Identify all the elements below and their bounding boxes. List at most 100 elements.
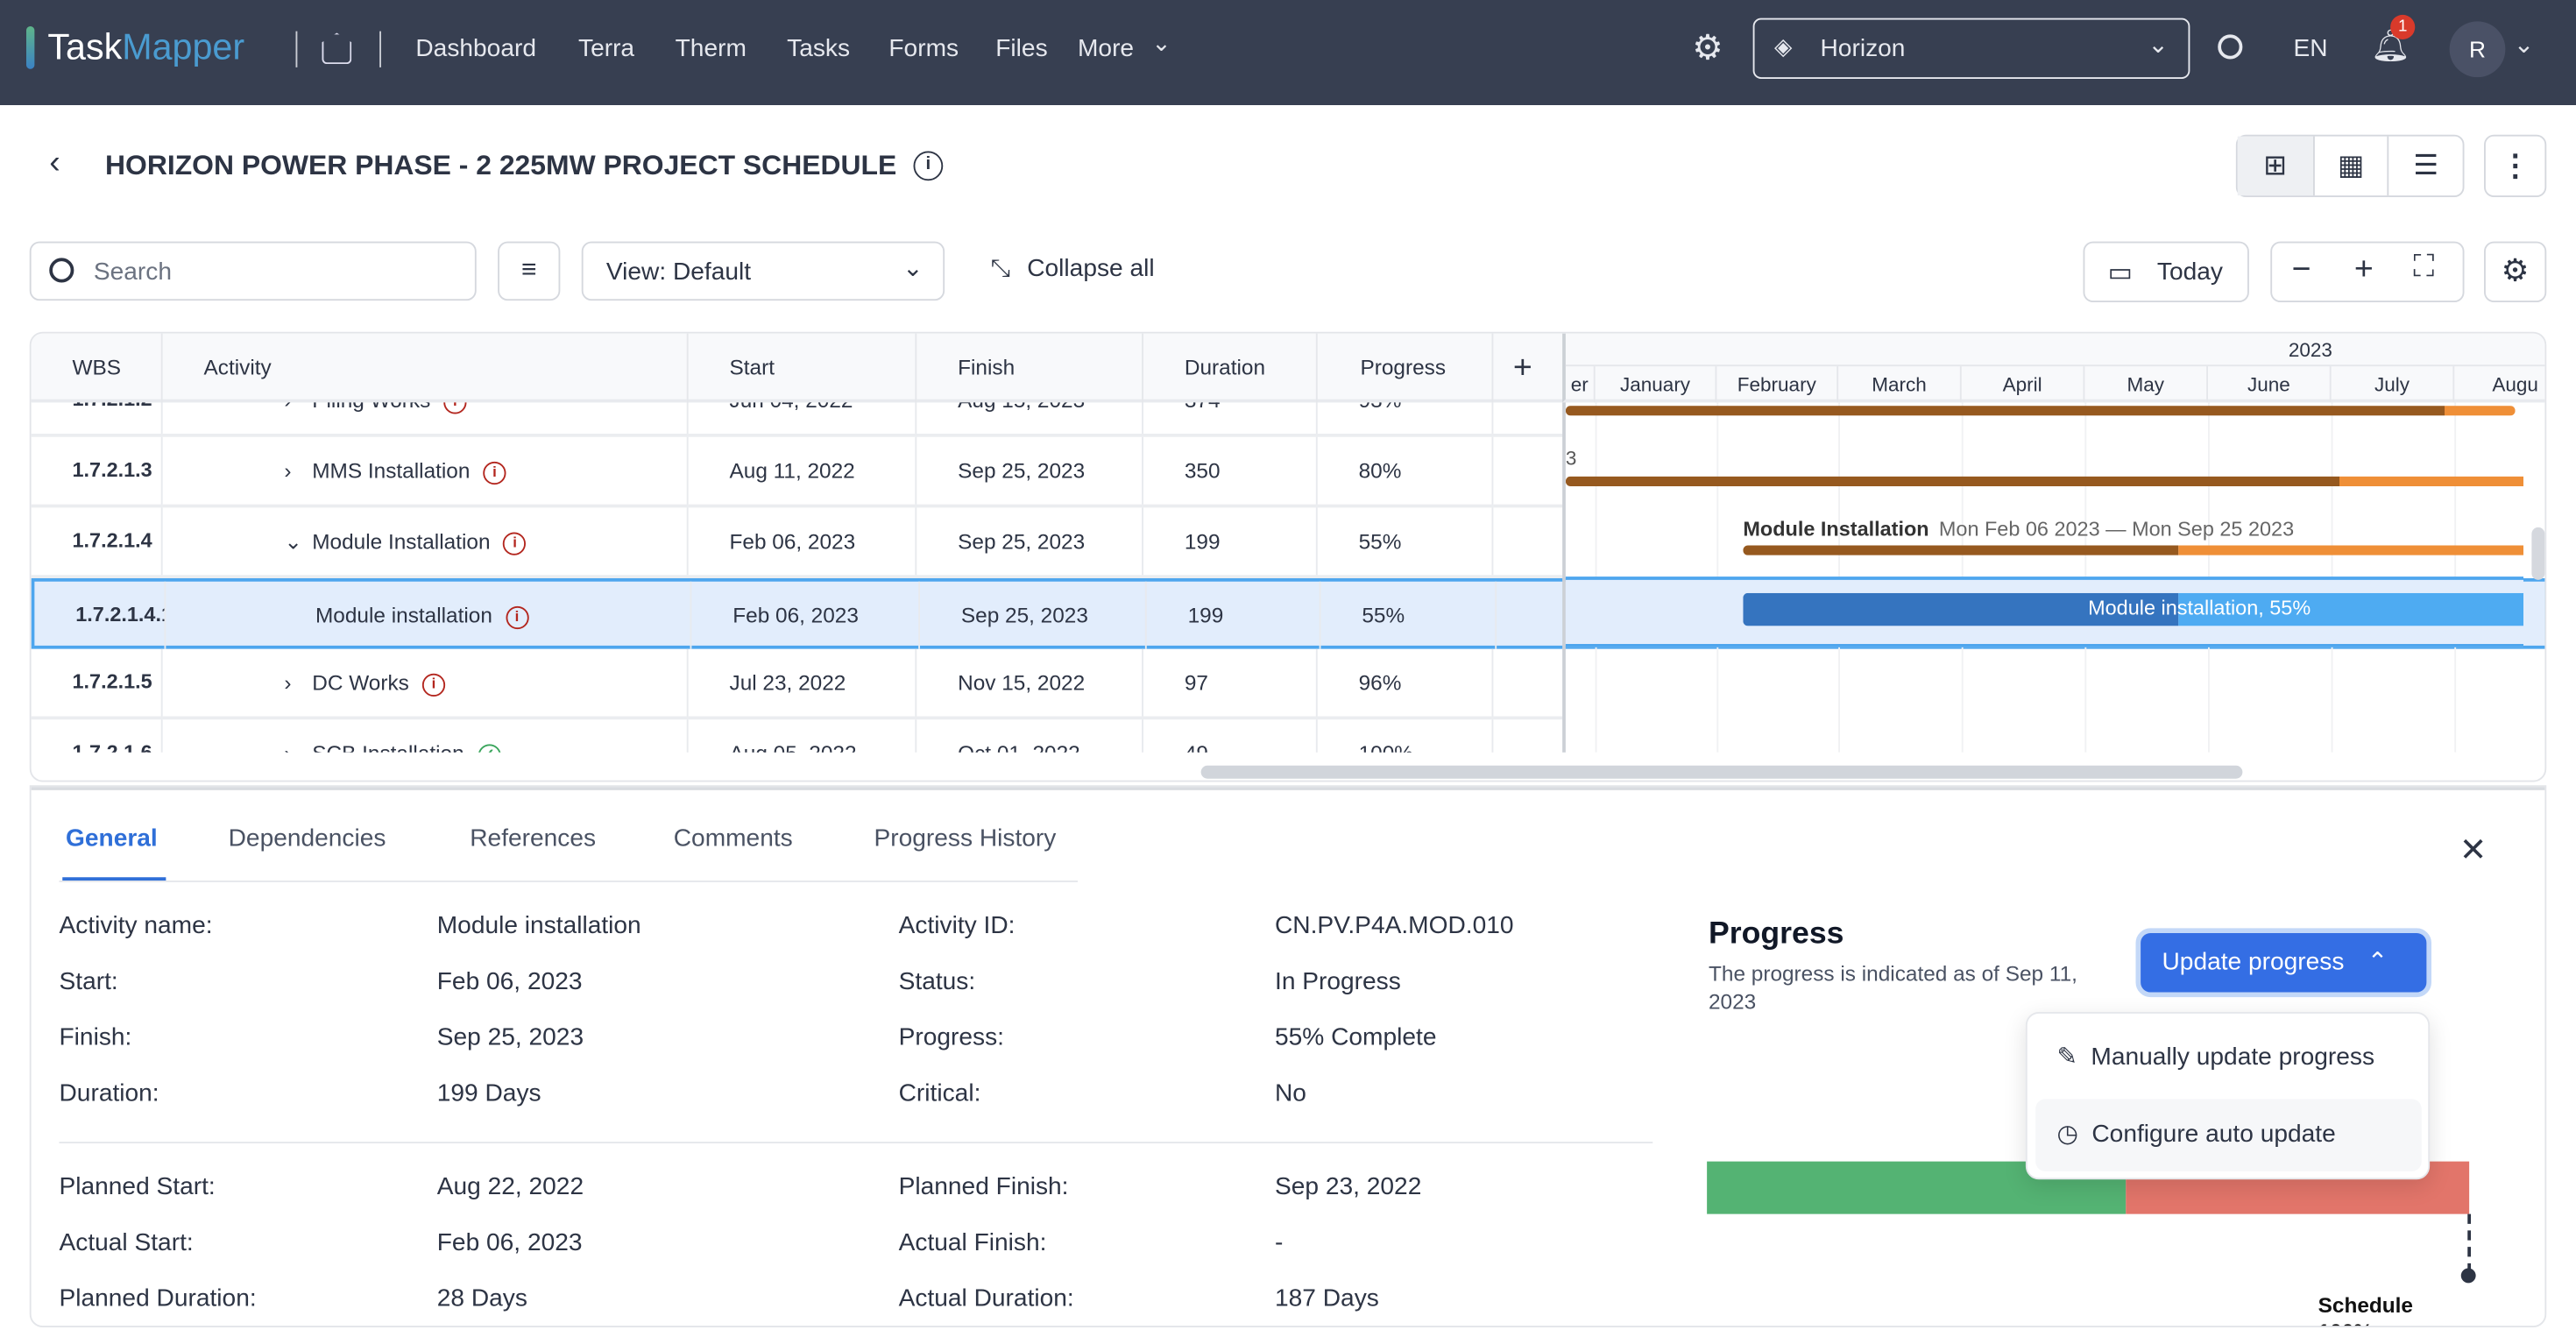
warning-info-icon[interactable]: i — [483, 461, 506, 485]
tab-general[interactable]: General — [66, 824, 158, 852]
warning-info-icon[interactable]: i — [505, 605, 529, 629]
header-progress[interactable]: Progress — [1318, 333, 1494, 403]
table-row[interactable]: 1.7.2.1.5 › DC Works i Jul 23, 2022 Nov 15, 2… — [31, 648, 1563, 720]
update-progress-button[interactable]: Update progress ⌃ — [2135, 928, 2431, 998]
filter-button[interactable]: ≡ — [498, 241, 561, 301]
info-icon[interactable]: i — [913, 151, 944, 181]
tab-comments[interactable]: Comments — [674, 824, 793, 852]
vertical-scrollbar[interactable] — [2531, 527, 2545, 580]
header-duration[interactable]: Duration — [1143, 333, 1318, 403]
clock-icon: ◷ — [2056, 1120, 2079, 1149]
field-value: Aug 22, 2022 — [436, 1172, 584, 1201]
nav-more[interactable]: More — [1078, 34, 1134, 62]
fullscreen-button[interactable]: ⛶ — [2413, 250, 2434, 284]
gantt-bar[interactable] — [1565, 476, 2523, 486]
expand-toggle-icon[interactable]: ⌄ — [284, 507, 301, 575]
table-row[interactable]: 1.7.2.1.2 › Piling Works i Jun 04, 2022Aug 1… — [31, 402, 1563, 437]
warning-info-icon[interactable]: i — [503, 531, 527, 555]
gear-icon[interactable]: ⚙ — [1692, 28, 1723, 69]
expand-toggle-icon[interactable]: › — [284, 649, 291, 717]
gantt-summary-bar[interactable] — [1743, 545, 2523, 555]
field-value: Feb 06, 2023 — [436, 1228, 583, 1257]
nav-dashboard[interactable]: Dashboard — [415, 34, 536, 62]
chevron-down-icon: ⌄ — [1151, 29, 1171, 56]
header-finish[interactable]: Finish — [916, 333, 1143, 403]
close-panel-button[interactable]: ✕ — [2459, 830, 2487, 871]
cell-duration: 49 — [1143, 719, 1318, 753]
gantt-bar[interactable] — [1565, 406, 2516, 416]
notification-badge: 1 — [2390, 14, 2416, 39]
cell-activity: ⌄ Module Installation i — [163, 507, 689, 576]
more-options-button[interactable]: ⋮ — [2484, 134, 2547, 197]
split-view-button[interactable]: ⊞ — [2237, 136, 2313, 196]
check-status-icon[interactable]: ✓ — [477, 743, 500, 753]
header-wbs[interactable]: WBS — [32, 333, 163, 403]
table-view-button[interactable]: ▦ — [2312, 136, 2388, 196]
gantt-selected-bar[interactable]: Module installation, 55% — [1743, 592, 2523, 626]
expand-toggle-icon[interactable]: › — [284, 402, 291, 434]
expand-toggle-icon[interactable]: › — [284, 719, 291, 753]
view-dropdown[interactable]: View: Default ⌄ — [581, 241, 945, 301]
search-icon[interactable] — [2218, 34, 2243, 60]
collapse-all-button[interactable]: ⤡ Collapse all — [991, 255, 1155, 283]
cell-progress: 55% — [1318, 507, 1494, 576]
table-row[interactable]: 1.7.2.1.4 ⌄ Module Installation i Feb 06, 20… — [31, 507, 1563, 578]
update-progress-menu: ✎ Manually update progress ◷ Configure a… — [2025, 1012, 2431, 1180]
gantt-body: 3 Module Installation Mon Feb 06 2023 — Mo… — [1562, 402, 2523, 753]
horizontal-scrollbar[interactable] — [1200, 765, 2243, 779]
activity-name[interactable]: Module Installation — [312, 529, 490, 554]
bar-remaining — [2339, 476, 2523, 486]
add-column-button[interactable]: + — [1493, 334, 1562, 403]
cell-finish: Sep 25, 2023 — [916, 507, 1143, 576]
org-selector[interactable]: ◈ Horizon ⌄ — [1752, 18, 2190, 79]
chevron-down-icon[interactable]: ⌄ — [2514, 30, 2535, 60]
nav-therm[interactable]: Therm — [676, 34, 747, 62]
tab-dependencies[interactable]: Dependencies — [229, 824, 386, 852]
activity-name[interactable]: MMS Installation — [312, 458, 470, 483]
nav-forms[interactable]: Forms — [888, 34, 959, 62]
header-activity[interactable]: Activity — [163, 333, 689, 403]
zoom-in-button[interactable]: + — [2354, 251, 2374, 289]
field-label: Duration: — [59, 1079, 159, 1107]
cell-progress: 55% — [1321, 581, 1497, 649]
today-button[interactable]: ▭ Today — [2083, 241, 2249, 302]
calendar-icon: ▭ — [2107, 259, 2133, 288]
activity-name[interactable]: Module installation — [315, 603, 492, 627]
gantt-view-button[interactable]: ☰ — [2387, 136, 2463, 196]
cell-finish: Aug 15, 2023 — [916, 402, 1143, 434]
home-icon[interactable] — [322, 32, 352, 65]
activity-name[interactable]: SCB Installation — [312, 741, 464, 753]
menu-item-auto-update[interactable]: ◷ Configure auto update — [2035, 1099, 2422, 1171]
nav-terra[interactable]: Terra — [578, 34, 634, 62]
cell-duration: 199 — [1147, 581, 1321, 649]
warning-info-icon[interactable]: i — [443, 402, 467, 414]
group-label-name: Module Installation — [1743, 517, 1929, 541]
schedule-grid: WBS Activity Start Finish Duration Progr… — [29, 331, 2547, 782]
page-title: HORIZON POWER PHASE - 2 225MW PROJECT SC… — [105, 149, 897, 181]
menu-item-manual-update[interactable]: ✎ Manually update progress — [2035, 1023, 2422, 1093]
table-row[interactable]: 1.7.2.1.6 › SCB Installation ✓ Aug 05, 2022O… — [32, 719, 1563, 753]
cell-activity: Module installation i — [166, 581, 692, 649]
warning-info-icon[interactable]: i — [421, 672, 446, 697]
bar-remaining — [2445, 406, 2516, 416]
expand-toggle-icon[interactable]: › — [284, 437, 291, 505]
language-selector[interactable]: EN — [2294, 34, 2328, 62]
back-button[interactable]: ‹ — [49, 145, 60, 182]
avatar[interactable]: R — [2449, 21, 2506, 78]
tab-progress-history[interactable]: Progress History — [874, 824, 1057, 852]
header-start[interactable]: Start — [689, 333, 917, 403]
logo[interactable]: Task Mapper — [26, 26, 244, 69]
field-value: In Progress — [1275, 967, 1401, 996]
cell-duration: 350 — [1143, 436, 1318, 505]
nav-files[interactable]: Files — [995, 34, 1047, 62]
activity-name[interactable]: Piling Works — [312, 402, 430, 412]
activity-name[interactable]: DC Works — [312, 670, 409, 695]
cell-wbs: 1.7.2.1.6 — [32, 719, 163, 753]
nav-tasks[interactable]: Tasks — [787, 34, 850, 62]
zoom-out-button[interactable]: − — [2292, 251, 2311, 289]
cell-start: Aug 05, 2022 — [689, 719, 917, 753]
gantt-settings-button[interactable]: ⚙ — [2484, 241, 2547, 302]
search-input[interactable]: Search — [29, 241, 477, 301]
tab-references[interactable]: References — [470, 824, 596, 852]
table-row[interactable]: 1.7.2.1.3 › MMS Installation i Aug 11, 2022 S… — [31, 436, 1563, 508]
